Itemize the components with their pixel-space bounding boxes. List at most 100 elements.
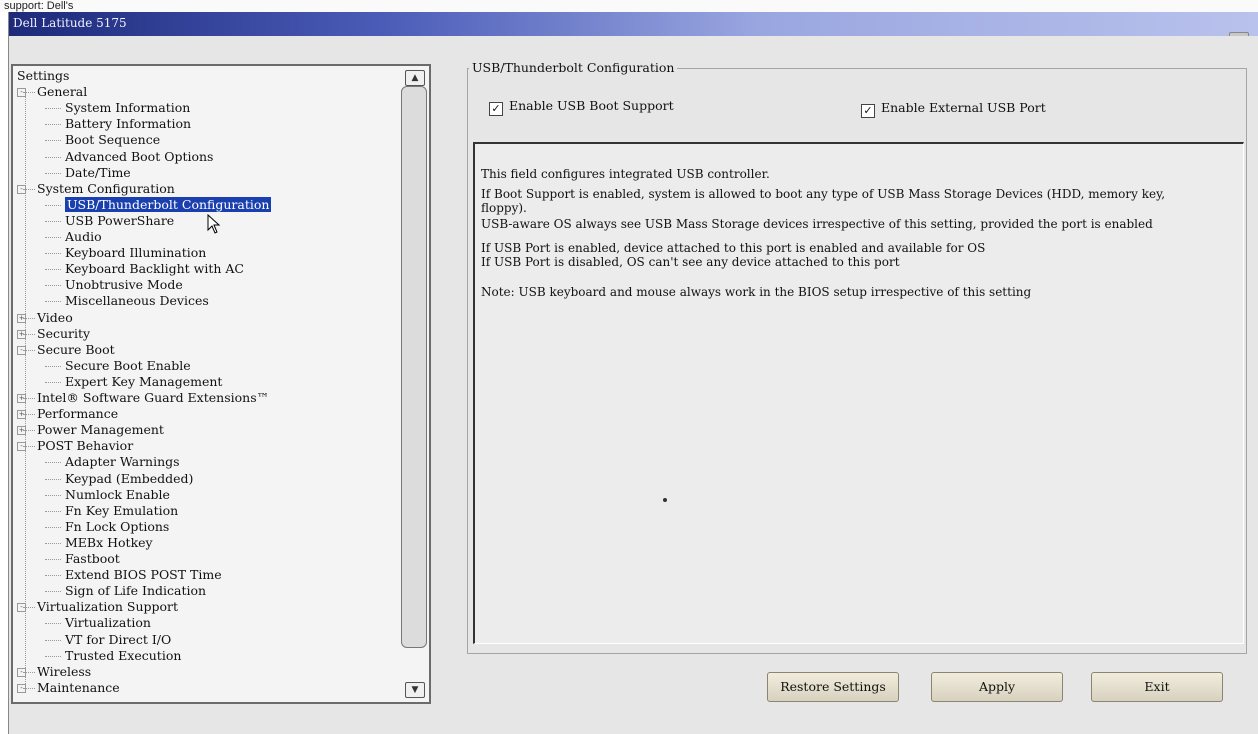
tree-connector [45, 237, 61, 238]
tree-item[interactable]: Advanced Boot Options [45, 148, 214, 165]
tree-item[interactable]: Fastboot [45, 551, 120, 567]
tree-item[interactable]: Extend BIOS POST Time [45, 567, 222, 583]
usb-boot-support-checkbox[interactable]: ✓ Enable USB Boot Support [489, 98, 674, 116]
checkbox-checked-icon[interactable]: ✓ [489, 102, 503, 116]
tree-item[interactable]: USB PowerShare [45, 213, 174, 229]
tree-item[interactable]: Performance + [17, 406, 119, 422]
tree-item[interactable]: Unobtrusive Mode [45, 277, 183, 293]
tree-item[interactable]: Video + [17, 310, 73, 326]
tree-connector [45, 494, 61, 496]
tree-connector [45, 575, 61, 577]
tree-connector [45, 140, 61, 142]
tree-item[interactable]: Keypad (Embedded) [45, 471, 193, 487]
tree-item-label: Performance [37, 406, 119, 422]
client-area: Settings General - System Information Batter… [9, 36, 1258, 734]
description-line: Note: USB keyboard and mouse always work… [481, 285, 1032, 299]
tree-item[interactable]: Secure Boot Enable [45, 357, 191, 374]
tree-item[interactable]: Maintenance - [17, 680, 120, 696]
tree-item[interactable]: Sign of Life Indication [45, 583, 207, 599]
exit-button[interactable]: Exit [1091, 672, 1223, 702]
tree-item-label: Secure Boot [37, 341, 115, 357]
tree-item[interactable]: MEBx Hotkey [45, 534, 153, 551]
tree-item[interactable]: System Information [45, 100, 191, 116]
tree-item-label: Advanced Boot Options [65, 148, 214, 164]
tree-item[interactable]: Settings [17, 68, 69, 84]
tree-item[interactable]: Fn Lock Options [45, 518, 170, 535]
tree-item-label: Sign of Life Indication [65, 583, 207, 599]
apply-button[interactable]: Apply [931, 672, 1063, 702]
tree-item-label: Numlock Enable [65, 486, 170, 502]
tree-item[interactable]: Numlock Enable [45, 486, 170, 503]
tree-item-label: VT for Direct I/O [65, 631, 172, 647]
tree-item[interactable]: Date/Time [45, 164, 131, 181]
tree-item[interactable]: Keyboard Illumination [45, 245, 206, 261]
tree-item[interactable]: Trusted Execution [45, 648, 181, 664]
tree-item[interactable]: Expert Key Management [45, 374, 222, 390]
tree-item-label: Date/Time [65, 164, 131, 180]
checkbox-checked-icon[interactable]: ✓ [861, 104, 875, 118]
tree-connector [45, 559, 61, 560]
restore-settings-button[interactable]: Restore Settings [767, 672, 899, 702]
tree-item-label: Intel® Software Guard Extensions™ [37, 390, 270, 405]
scroll-up-button[interactable]: ▲ [405, 70, 425, 86]
tree-item[interactable]: Fn Key Emulation [45, 503, 178, 519]
tree-item[interactable]: Wireless - [17, 663, 92, 680]
tree-item[interactable]: USB/Thunderbolt Configuration [45, 196, 272, 213]
tree-item-label: General [37, 84, 88, 100]
scroll-track[interactable] [401, 86, 427, 680]
tree-item[interactable]: Boot Sequence [45, 132, 161, 148]
tree-connector [45, 220, 61, 222]
tree-connector [45, 365, 61, 367]
tree-connector [45, 124, 61, 126]
tree-item-label: System Information [65, 100, 191, 116]
tree-connector [45, 172, 61, 174]
external-usb-port-checkbox[interactable]: ✓ Enable External USB Port [861, 100, 1046, 118]
tree-connector [45, 285, 61, 287]
tree-item-label: Wireless [37, 663, 92, 679]
tree-item-label: Virtualization [65, 615, 151, 631]
tree-connector [45, 639, 61, 641]
tree-item[interactable]: General - [17, 84, 88, 100]
tree-item[interactable]: Keyboard Backlight with AC [45, 261, 244, 277]
tree-item-label: Secure Boot Enable [65, 357, 191, 373]
description-line: floppy). [481, 201, 527, 215]
scroll-thumb[interactable] [401, 86, 427, 648]
scroll-down-button[interactable]: ▼ [405, 682, 425, 698]
tree-item[interactable]: System Configuration - [17, 181, 175, 197]
tree-item[interactable]: Security + [17, 325, 91, 342]
tree-connector [45, 301, 61, 303]
window-title: Dell Latitude 5175 [13, 16, 127, 30]
tree-item-label: Fn Lock Options [65, 518, 170, 534]
tree-item-label: Security [37, 325, 91, 341]
external-usb-port-label: Enable External USB Port [881, 100, 1046, 115]
tree-item[interactable]: Secure Boot - [17, 341, 115, 358]
tree-item[interactable]: Intel® Software Guard Extensions™ + [17, 390, 270, 406]
tree-item[interactable]: Battery Information [45, 116, 191, 132]
tree-item-label: Boot Sequence [65, 132, 161, 148]
tree-item-label: Fastboot [65, 551, 120, 566]
config-group-title: USB/Thunderbolt Configuration [469, 60, 678, 75]
tree-item[interactable]: Miscellaneous Devices [45, 293, 209, 309]
tree-connector [45, 591, 61, 593]
tree-item-label: Settings [17, 68, 70, 83]
tree-item[interactable]: VT for Direct I/O [45, 631, 172, 648]
tree-connector [45, 478, 61, 480]
tree-scrollbar[interactable]: ▲ ▼ [401, 70, 427, 698]
tree-item-label: MEBx Hotkey [65, 534, 153, 550]
description-line: USB-aware OS always see USB Mass Storage… [481, 217, 1153, 231]
tree-connector [45, 381, 61, 383]
tree-item[interactable]: Virtualization Support - [17, 599, 179, 615]
tree-item-label: Virtualization Support [37, 599, 179, 615]
tree-connector [45, 623, 61, 625]
tree-item[interactable]: POST Behavior - [17, 438, 134, 454]
tree-connector [45, 156, 61, 158]
tree-item[interactable]: Audio [45, 229, 102, 245]
tree-item[interactable]: Adapter Warnings [45, 454, 180, 470]
top-strip-text: support: Dell's [4, 0, 74, 12]
tree-item-label: POST Behavior [37, 438, 134, 454]
description-line: If USB Port is disabled, OS can't see an… [481, 255, 900, 269]
tree-item[interactable]: Virtualization [45, 615, 151, 631]
tree-item[interactable]: Power Management + [17, 422, 164, 438]
tree-connector [45, 253, 61, 255]
settings-tree: Settings General - System Information Batter… [13, 66, 399, 702]
